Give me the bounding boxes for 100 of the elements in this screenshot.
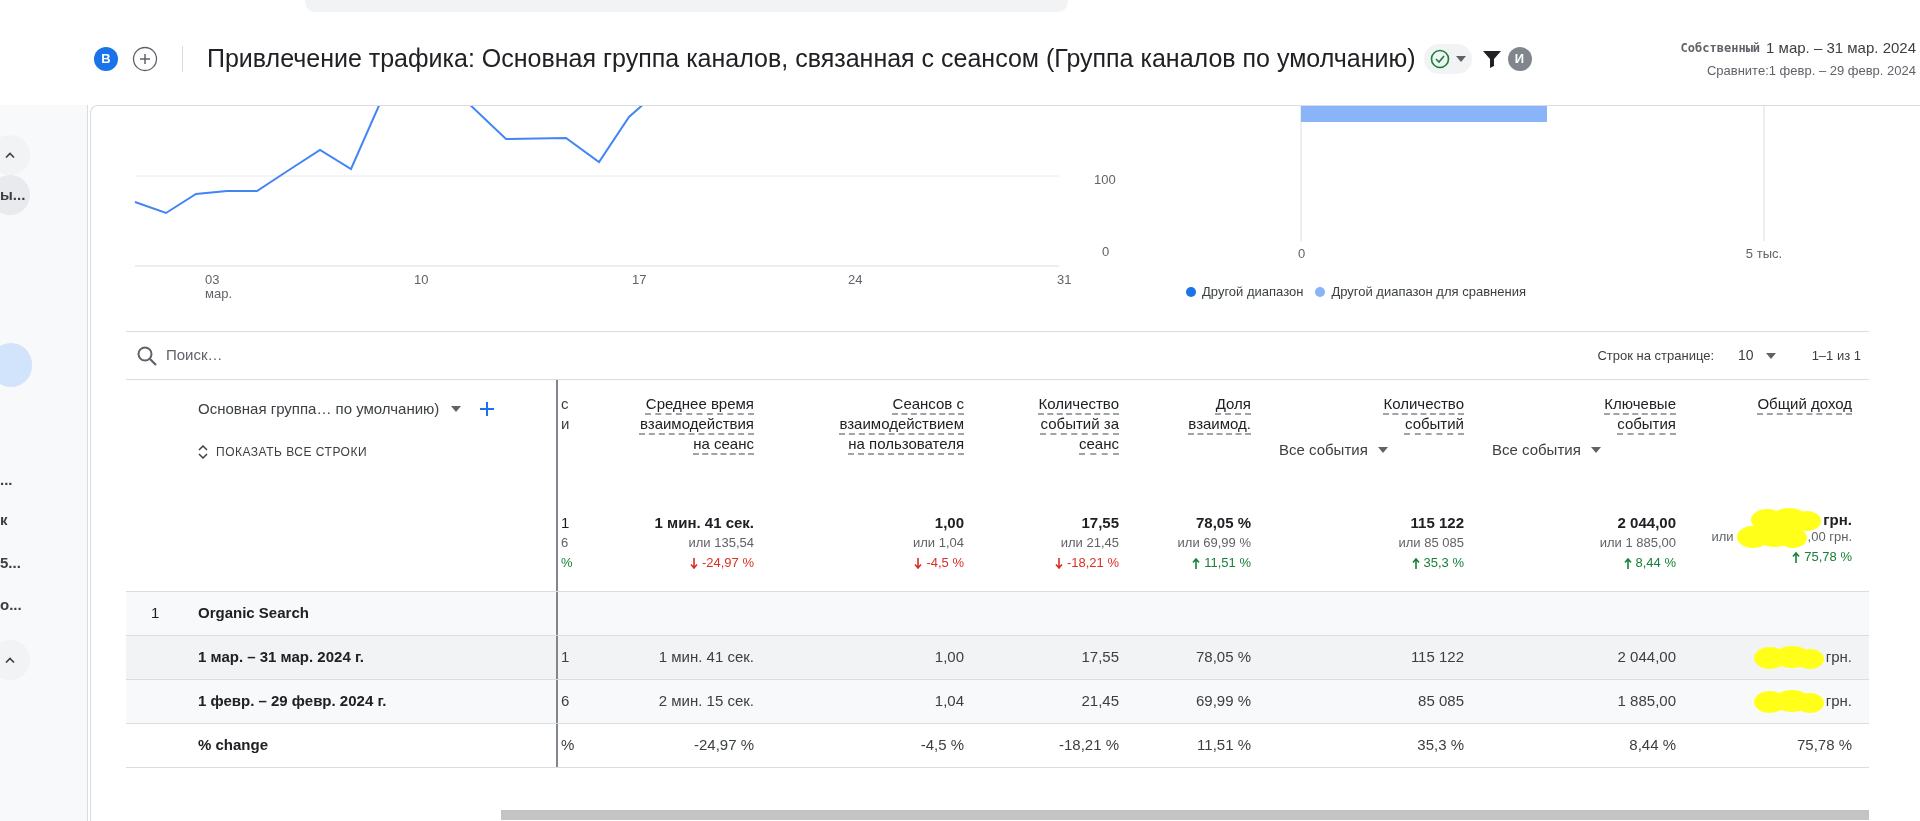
collapse-button[interactable] — [0, 640, 30, 680]
cell-value: % — [561, 554, 574, 572]
row-number: 1 — [150, 603, 161, 624]
event-filter-dropdown[interactable]: Все события — [1251, 440, 1388, 460]
axis-label: 5 тыс. — [1745, 246, 1783, 261]
table-cell-text: % — [561, 735, 575, 756]
column-header[interactable]: взаимод. — [1188, 414, 1251, 434]
collapse-button[interactable] — [0, 135, 30, 175]
table-cell-text: 1 — [561, 647, 570, 668]
total-value: 1 мин. 41 сек. — [654, 513, 754, 533]
table-cell-text: 2 044,00 — [1617, 647, 1676, 668]
compare-value: или 1,04 — [912, 534, 964, 552]
axis-label: 17 — [632, 272, 647, 287]
table-cell-text: 2 мин. 15 сек. — [658, 691, 754, 712]
total-value: 1,00 — [934, 513, 964, 533]
column-header[interactable]: Среднее время — [645, 394, 754, 414]
column-header[interactable]: событий — [1405, 414, 1464, 434]
change-value: -24,97 % — [701, 554, 754, 572]
change-value: 35,3 % — [1423, 554, 1464, 572]
axis-label: 24 — [848, 272, 863, 287]
axis-label: 31 — [1057, 272, 1072, 287]
column-header[interactable]: Сеансов с — [892, 394, 964, 414]
search-icon — [136, 344, 158, 367]
compare-value: или 85 085 — [1398, 534, 1464, 552]
table-cell-text: 17,55 — [1081, 647, 1119, 668]
scrollbar[interactable] — [501, 810, 1869, 820]
sidebar-item[interactable]: ... — [0, 460, 29, 500]
column-header: с — [561, 394, 570, 414]
table-cell-text: 85 085 — [1418, 691, 1464, 712]
column-header[interactable]: взаимодействия — [639, 414, 754, 434]
add-icon — [479, 401, 496, 418]
status-dropdown[interactable] — [1423, 43, 1472, 74]
legend-label: Другой диапазон для сравнения — [1331, 283, 1526, 301]
change-value: 8,44 % — [1635, 554, 1676, 572]
table-cell-text: -4,5 % — [920, 735, 964, 756]
axis-label: 0 — [1298, 246, 1306, 261]
row-label: 1 февр. – 29 февр. 2024 г. — [198, 691, 387, 712]
table-cell-text: 1,00 — [934, 647, 964, 668]
show-all-rows-button[interactable]: ПОКАЗАТЬ ВСЕ СТРОКИ — [198, 442, 556, 461]
axis-label: 100 — [1094, 172, 1116, 187]
compare-range: Сравните:1 февр. – 29 февр. 2024 — [1706, 62, 1916, 80]
change-value: 75,78 % — [1804, 548, 1852, 566]
change-value: -4,5 % — [926, 554, 964, 572]
sidebar-item[interactable]: о... — [0, 585, 38, 625]
row-label: % change — [198, 735, 269, 756]
table-cell-text: 1 885,00 — [1617, 691, 1676, 712]
row-label: 1 мар. – 31 мар. 2024 г. — [198, 647, 364, 668]
rows-per-page-select[interactable]: 10 — [1738, 345, 1776, 366]
column-header: и — [561, 414, 571, 434]
check-circle-icon — [1429, 48, 1450, 69]
change-value: -18,21 % — [1066, 554, 1119, 572]
sidebar-item[interactable] — [0, 343, 32, 387]
table-cell-text: 35,3 % — [1417, 735, 1464, 756]
total-value: 17,55 — [1081, 513, 1119, 533]
column-header[interactable]: на сеанс — [693, 434, 754, 454]
sidebar-item[interactable]: к — [0, 500, 24, 540]
expand-icon — [198, 444, 208, 459]
chevron-up-icon — [5, 657, 15, 663]
column-header[interactable]: на пользователя — [848, 434, 964, 454]
total-value: 115 122 — [1410, 513, 1464, 533]
event-filter-dropdown[interactable]: Все события — [1464, 440, 1601, 460]
compare-value: ,00 грн. — [1807, 528, 1852, 546]
rows-per-page-label: Строк на странице: — [1597, 346, 1715, 365]
column-header[interactable]: Количество — [1038, 394, 1119, 414]
column-header[interactable]: взаимодействием — [839, 414, 964, 434]
avatar[interactable]: B — [94, 46, 118, 71]
change-value: 11,51 % — [1204, 554, 1251, 572]
sidebar-item[interactable]: ы... — [0, 175, 30, 215]
sidebar-item[interactable]: 5... — [0, 543, 37, 583]
caret-icon — [451, 406, 462, 413]
filter-icon — [1481, 48, 1502, 69]
chevron-up-icon — [5, 152, 15, 158]
caret-icon — [1377, 447, 1388, 453]
user-avatar[interactable]: И — [1507, 46, 1532, 71]
compare-value: или 21,45 — [1060, 534, 1119, 552]
table-cell-text: -24,97 % — [693, 735, 754, 756]
compare-value: или 69,99 % — [1177, 534, 1251, 552]
column-header[interactable]: Ключевые — [1604, 394, 1676, 414]
table-cell-text: 1,04 — [934, 691, 964, 712]
add-icon — [132, 45, 158, 72]
column-header[interactable]: события — [1617, 414, 1676, 434]
table-cell-text: -18,21 % — [1058, 735, 1119, 756]
search-field[interactable]: Поиск… — [166, 344, 466, 367]
cell-value: 1 — [561, 513, 571, 533]
table-cell-text: 69,99 % — [1195, 691, 1251, 712]
row-label: Organic Search — [198, 603, 309, 624]
date-range[interactable]: 1 мар. – 31 мар. 2024 — [1766, 36, 1916, 59]
column-header[interactable]: Доля — [1215, 394, 1251, 414]
column-header[interactable]: событий за — [1040, 414, 1119, 434]
table-cell-text: 1 мин. 41 сек. — [658, 647, 754, 668]
table-cell-text: грн. — [1825, 691, 1852, 712]
column-header[interactable]: Общий доход — [1757, 394, 1852, 414]
cell-value: 6 — [561, 534, 570, 552]
column-header[interactable]: Количество — [1383, 394, 1464, 414]
compare-value: или — [1711, 528, 1734, 546]
dimension-dropdown[interactable]: Основная группа… по умолчанию) — [198, 398, 462, 421]
total-value: 78,05 % — [1195, 513, 1251, 533]
table-cell-text: грн. — [1825, 647, 1852, 668]
column-header[interactable]: сеанс — [1079, 434, 1119, 454]
caret-icon — [1590, 447, 1601, 453]
